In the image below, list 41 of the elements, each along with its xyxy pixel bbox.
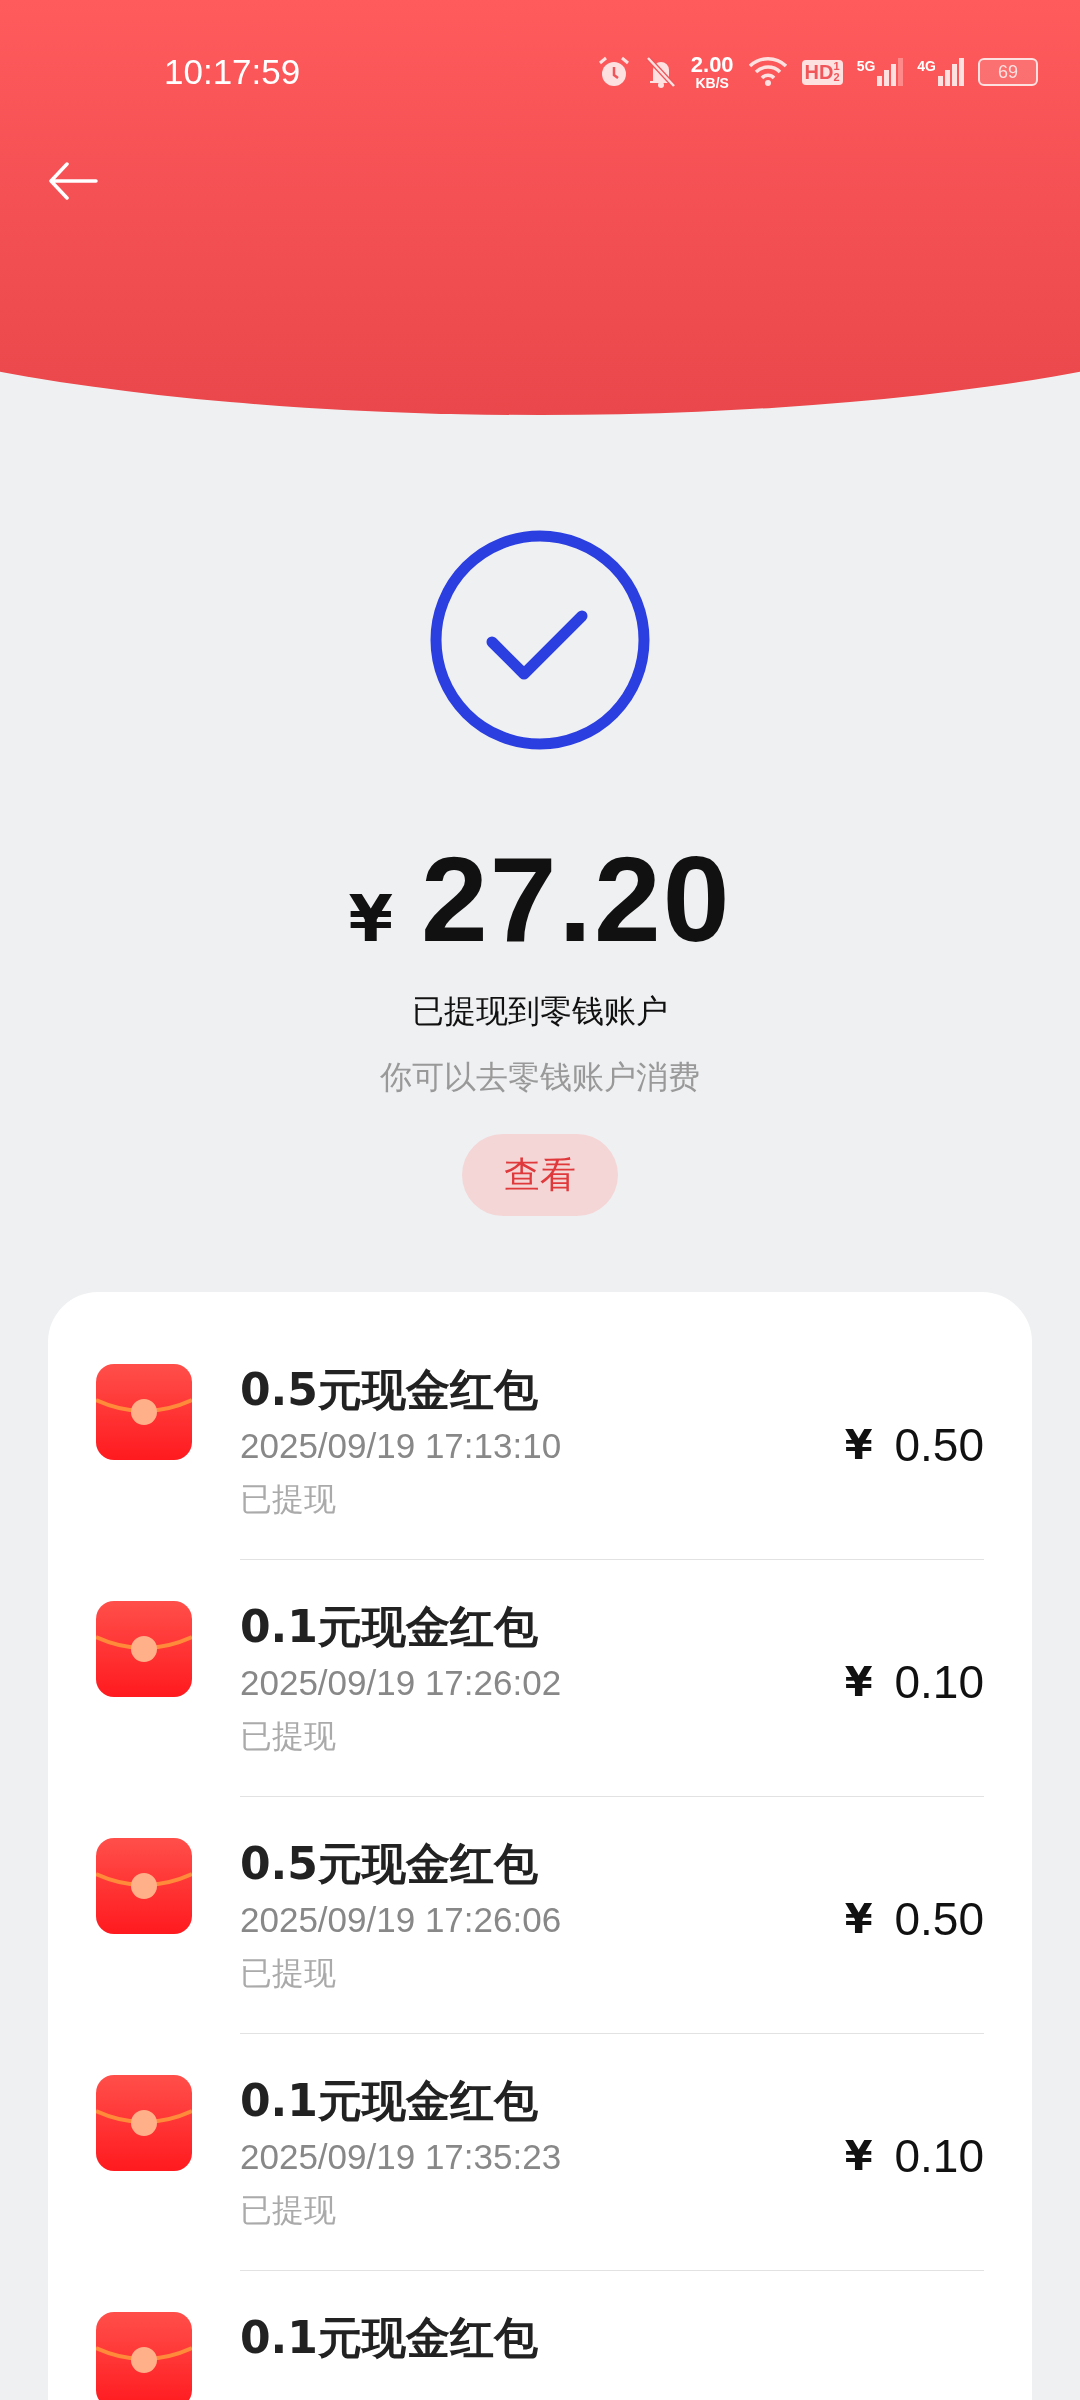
- envelope-icon: [96, 1364, 192, 1460]
- record-status: 已提现: [240, 2190, 337, 2231]
- record-title: 0.1元现金红包: [240, 2075, 538, 2126]
- record-amount: 0.10: [894, 1655, 984, 1709]
- envelope-icon: [96, 2312, 192, 2400]
- result-subtitle: 你可以去零钱账户消费: [380, 1057, 700, 1098]
- record-title: 0.5元现金红包: [240, 1838, 538, 1889]
- record-amount: 0.10: [894, 2129, 984, 2183]
- muted-bell-icon: [644, 55, 677, 89]
- record-title: 0.1元现金红包: [240, 2312, 538, 2363]
- record-status: 已提现: [240, 1953, 337, 1994]
- signal-4g: 4G: [917, 58, 964, 86]
- record-time: 2025/09/19 17:26:06: [240, 1900, 562, 1940]
- record-currency: ¥: [844, 1422, 873, 1468]
- record-status: 已提现: [240, 1716, 337, 1757]
- network-speed: 2.00 KB/S: [690, 54, 734, 90]
- view-button[interactable]: 查看: [462, 1134, 618, 1216]
- record-currency: ¥: [844, 1896, 873, 1942]
- record-currency: ¥: [844, 1659, 873, 1705]
- envelope-icon: [96, 1838, 192, 1934]
- record-time: 2025/09/19 17:35:23: [240, 2137, 562, 2177]
- currency-symbol: ¥: [348, 882, 394, 956]
- success-check-icon: [430, 530, 650, 750]
- result-title: 已提现到零钱账户: [412, 991, 668, 1032]
- record-title: 0.5元现金红包: [240, 1364, 538, 1415]
- withdrawn-amount: 27.20: [421, 831, 732, 968]
- signal-5g: 5G: [856, 58, 904, 86]
- record-amount: 0.50: [894, 1892, 984, 1946]
- status-time: 10:17:59: [164, 52, 301, 92]
- record-amount: 0.50: [894, 1418, 984, 1472]
- back-arrow-icon[interactable]: [48, 162, 98, 200]
- record-status: 已提现: [240, 1479, 337, 1520]
- envelope-icon: [96, 2075, 192, 2171]
- record-currency: ¥: [844, 2133, 873, 2179]
- battery-level: 69: [978, 58, 1038, 86]
- record-title: 0.1元现金红包: [240, 1601, 538, 1652]
- record-time: 2025/09/19 17:13:10: [240, 1426, 562, 1466]
- record-time: 2025/09/19 17:26:02: [240, 1663, 562, 1703]
- envelope-icon: [96, 1601, 192, 1697]
- alarm-icon: [596, 55, 631, 89]
- wifi-icon: [747, 56, 788, 88]
